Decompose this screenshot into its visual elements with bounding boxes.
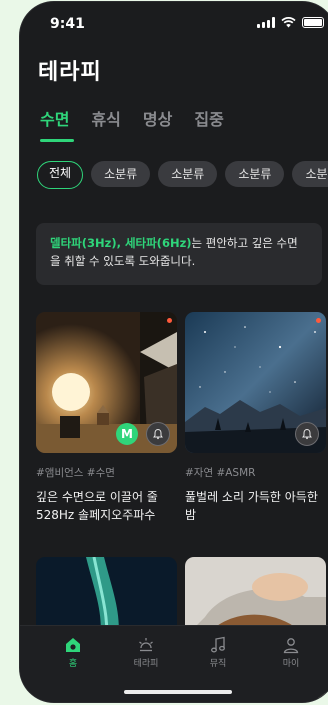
chip-subcategory[interactable]: 소분류 [225, 161, 285, 187]
tab-rest[interactable]: 휴식 [91, 106, 120, 142]
chip-all[interactable]: 전체 [37, 161, 84, 189]
music-note-icon [211, 636, 225, 653]
signal-icon [257, 17, 275, 28]
chip-subcategory[interactable]: 소분류 [91, 161, 151, 187]
card-title: 깊은 수면으로 이끌어 줄 528Hz 솔페지오주파수 [36, 490, 158, 522]
info-banner: 델타파(3Hz), 세타파(6Hz)는 편안하고 깊은 수면을 취할 수 있도록… [36, 223, 322, 285]
profile-icon [283, 638, 299, 654]
home-indicator [124, 690, 232, 694]
chip-subcategory[interactable]: 소분류 [292, 161, 328, 187]
info-highlight: 델타파(3Hz), 세타파(6Hz) [50, 236, 192, 250]
tab-focus[interactable]: 집중 [194, 106, 223, 142]
bottom-nav: 홈 테라피 뮤직 마이 [20, 625, 328, 702]
filter-chips: 전체 소분류 소분류 소분류 소분류 [37, 161, 328, 189]
page-title: 테라피 [38, 60, 102, 85]
content-card[interactable]: M #앰비언스 #수면 깊은 수면으로 이끌어 줄 528Hz 솔페지오주파수 [36, 312, 177, 524]
category-tabs: 수면 휴식 명상 집중 [40, 106, 224, 142]
tab-sleep[interactable]: 수면 [40, 106, 75, 142]
card-tags: #자연 #ASMR [185, 467, 256, 479]
new-dot [316, 318, 321, 323]
nav-my-label: 마이 [282, 659, 300, 669]
nav-home[interactable]: 홈 [48, 636, 98, 669]
chip-subcategory[interactable]: 소분류 [158, 161, 218, 187]
bell-icon[interactable] [146, 422, 170, 446]
tab-meditation[interactable]: 명상 [143, 106, 172, 142]
status-icons [257, 17, 324, 28]
card-thumbnail-starry-night [185, 312, 326, 453]
nav-therapy-label: 테라피 [133, 659, 159, 669]
card-thumbnail-lamp: M [36, 312, 177, 453]
nav-music[interactable]: 뮤직 [193, 636, 243, 669]
content-card[interactable]: #자연 #ASMR 풀벌레 소리 가득한 아득한 밤 [185, 312, 326, 524]
phone-screen: 9:41 테라피 수면 휴식 명상 집중 전체 소분류 소분류 소분류 소분류 … [20, 2, 328, 702]
card-tags: #앰비언스 #수면 [36, 467, 115, 479]
nav-music-label: 뮤직 [209, 659, 227, 669]
status-time: 9:41 [50, 16, 85, 32]
home-icon [66, 638, 80, 652]
nav-therapy[interactable]: 테라피 [121, 636, 171, 669]
sun-icon [139, 638, 153, 652]
nav-home-label: 홈 [68, 659, 78, 669]
nav-my[interactable]: 마이 [266, 636, 316, 669]
card-title: 풀벌레 소리 가득한 아득한 밤 [185, 490, 318, 522]
wifi-icon [281, 17, 296, 28]
bell-icon[interactable] [295, 422, 319, 446]
new-dot [167, 318, 172, 323]
status-bar: 9:41 [20, 2, 328, 42]
badge-m: M [116, 423, 138, 445]
battery-icon [302, 17, 324, 28]
